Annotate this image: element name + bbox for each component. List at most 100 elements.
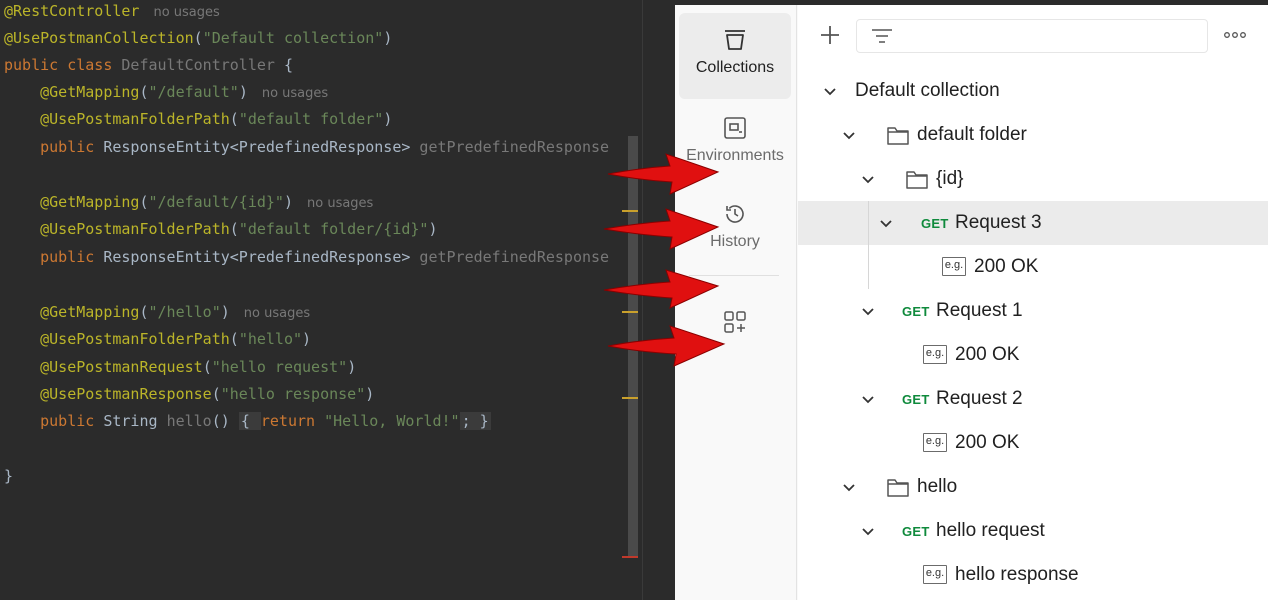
more-options-icon[interactable] (1222, 27, 1248, 43)
tree-item-request-1[interactable]: GET Request 1 (798, 289, 1268, 333)
code-token: getPredefinedResponse (419, 138, 610, 156)
code-line[interactable]: public ResponseEntity<PredefinedResponse… (4, 246, 609, 268)
code-line[interactable]: @GetMapping("/default/{id}") no usages (4, 191, 373, 213)
tree-item-example-request-2[interactable]: e.g. 200 OK (798, 421, 1268, 465)
code-token: } (4, 467, 14, 485)
postman-sidebar: Collections Environments History Default… (675, 5, 1268, 600)
usage-hint[interactable]: no usages (153, 5, 219, 20)
code-line[interactable]: public String hello() { return "Hello, W… (4, 410, 491, 432)
filter-box[interactable] (856, 19, 1208, 53)
usage-hint[interactable]: no usages (244, 306, 310, 321)
new-collection-button[interactable] (816, 21, 844, 49)
usage-hint[interactable]: no usages (307, 196, 373, 211)
code-line[interactable]: @UsePostmanFolderPath("default folder") (4, 108, 392, 130)
code-token: ) (428, 220, 438, 238)
method-badge-get: GET (902, 392, 930, 407)
tree-item-example-request-1[interactable]: e.g. 200 OK (798, 333, 1268, 377)
chevron-down-icon (843, 132, 855, 140)
code-token: ( (229, 220, 239, 238)
chevron-down-icon (862, 528, 874, 536)
collections-icon (725, 30, 745, 50)
code-token: @GetMapping (4, 193, 140, 211)
code-line[interactable]: @UsePostmanRequest("hello request") (4, 356, 356, 378)
tree-item-folder-id[interactable]: {id} (798, 157, 1268, 201)
code-token: { (283, 56, 293, 74)
tree-item-folder-default[interactable]: default folder (798, 113, 1268, 157)
code-editor[interactable]: @RestController no usages @UsePostmanColle… (0, 0, 642, 600)
code-token: "hello request" (211, 358, 348, 376)
tree-label: Request 3 (955, 212, 1042, 233)
code-line[interactable]: @RestController no usages (4, 0, 220, 22)
code-token: ) (347, 358, 357, 376)
red-arrow-annotation (603, 208, 720, 250)
tree-item-hello-request[interactable]: GET hello request (798, 509, 1268, 553)
tree-label: Request 1 (936, 300, 1023, 321)
tree-item-request-2[interactable]: GET Request 2 (798, 377, 1268, 421)
code-line[interactable]: @GetMapping("/hello") no usages (4, 301, 310, 323)
code-line[interactable]: @UsePostmanFolderPath("hello") (4, 328, 311, 350)
tree-label: hello request (936, 520, 1045, 541)
code-token: hello (166, 412, 212, 430)
code-line[interactable]: public ResponseEntity<PredefinedResponse… (4, 136, 609, 158)
code-line[interactable]: } (4, 465, 13, 487)
filter-input[interactable] (901, 26, 1195, 48)
code-token: "default folder/{id}" (238, 220, 429, 238)
code-token: ( (229, 110, 239, 128)
code-token: "Default collection" (202, 29, 384, 47)
code-token: @UsePostmanResponse (4, 385, 212, 403)
usage-hint[interactable]: no usages (262, 86, 328, 101)
code-token: public (4, 248, 104, 266)
tree-item-collection[interactable]: Default collection (798, 69, 1268, 113)
tree-item-folder-hello[interactable]: hello (798, 465, 1268, 509)
code-token: @UsePostmanFolderPath (4, 110, 230, 128)
code-token: ) (365, 385, 375, 403)
code-token: ( (139, 83, 149, 101)
code-token: ; } (459, 412, 491, 430)
code-token: "hello" (238, 330, 303, 348)
code-token: @GetMapping (4, 83, 140, 101)
code-token: ) (283, 193, 293, 211)
rail-item-collections[interactable]: Collections (679, 13, 791, 99)
chevron-down-icon (880, 220, 892, 228)
collections-toolbar (798, 5, 1268, 67)
code-token: public (4, 138, 104, 156)
code-token: ( (139, 303, 149, 321)
red-arrow-annotation (607, 153, 720, 195)
method-badge-get: GET (902, 524, 930, 539)
code-token: ( (193, 29, 203, 47)
code-token: ResponseEntity<PredefinedResponse> (103, 138, 420, 156)
tree-item-hello-response[interactable]: e.g. hello response (798, 553, 1268, 597)
tree-label: default folder (917, 124, 1027, 145)
filter-icon (872, 29, 892, 43)
warning-marker[interactable] (622, 397, 638, 399)
code-token: ( (229, 330, 239, 348)
code-line[interactable]: public class DefaultController { (4, 54, 293, 76)
code-line[interactable]: @UsePostmanCollection("Default collectio… (4, 27, 392, 49)
red-arrow-annotation (607, 325, 726, 367)
method-badge-get: GET (921, 216, 949, 231)
code-line[interactable]: @UsePostmanFolderPath("default folder/{i… (4, 218, 438, 240)
code-token: return (260, 412, 325, 430)
code-token: () (211, 412, 239, 430)
tree-item-request-3[interactable]: GET Request 3 (798, 201, 1268, 245)
code-line[interactable]: @GetMapping("/default") no usages (4, 81, 328, 103)
chevron-down-icon (862, 308, 874, 316)
code-token: "Hello, World!" (324, 412, 460, 430)
tree-item-example-request-3[interactable]: e.g. 200 OK (798, 245, 1268, 289)
code-line[interactable]: @UsePostmanResponse("hello response") (4, 383, 374, 405)
code-token: public (4, 412, 104, 430)
code-token: @UsePostmanRequest (4, 358, 203, 376)
code-token: ) (220, 303, 230, 321)
code-token: @UsePostmanFolderPath (4, 220, 230, 238)
example-icon: e.g. (923, 565, 947, 584)
tree-label: 200 OK (974, 256, 1039, 277)
code-token: ) (302, 330, 312, 348)
environments-icon (724, 117, 746, 139)
tree-label: hello response (955, 564, 1079, 585)
code-token: ) (383, 110, 393, 128)
code-token: ( (139, 193, 149, 211)
error-marker[interactable] (622, 556, 638, 558)
chevron-down-icon (862, 396, 874, 404)
code-token: "/default/{id}" (148, 193, 284, 211)
code-token: ( (211, 385, 221, 403)
